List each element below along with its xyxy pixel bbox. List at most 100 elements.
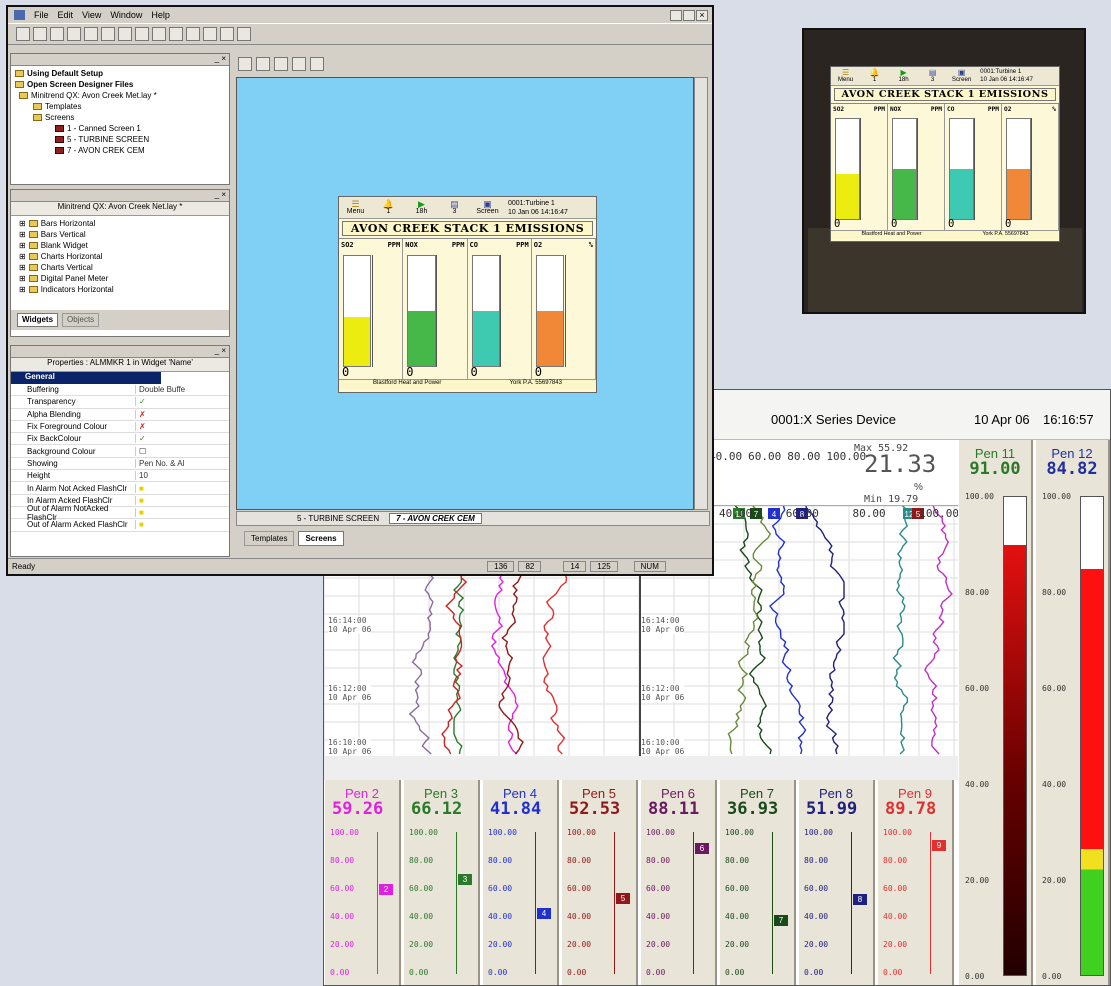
expand-icon[interactable]: ⊞ [19, 285, 26, 294]
property-value[interactable]: ✗ [135, 409, 229, 419]
widget-icon[interactable] [220, 27, 234, 41]
pen-card[interactable]: Pen 5 52.53 100.00 80.00 60.00 40.00 20.00 0.00… [561, 780, 638, 985]
property-row[interactable]: Out of Alarm NotAcked FlashClr ■ [11, 504, 229, 522]
property-value[interactable]: ■ [135, 495, 229, 505]
tab-avon-crek-cem[interactable]: 7 - AVON CREK CEM [389, 513, 482, 524]
tree-item[interactable]: Templates [15, 101, 225, 112]
property-row[interactable]: Out of Alarm Acked FlashClr ■ [11, 519, 229, 532]
tree-item[interactable]: Open Screen Designer Files [15, 79, 225, 90]
tab-templates[interactable]: Templates [244, 531, 295, 546]
pen-card[interactable]: Pen 7 36.93 100.00 80.00 60.00 40.00 20.00 0.00… [719, 780, 796, 985]
open-icon[interactable] [33, 27, 47, 41]
widget-category[interactable]: ⊞ Bars Vertical [15, 229, 225, 240]
tab-screens[interactable]: Screens [298, 531, 344, 546]
big-pen-bar[interactable]: Pen 12 84.82 100.00 80.00 60.00 40.00 20.00 0.0… [1035, 440, 1110, 985]
screen-icon[interactable] [203, 27, 217, 41]
expand-icon[interactable]: ⊞ [19, 274, 26, 283]
property-value[interactable]: ■ [135, 508, 229, 518]
big-pen-bar[interactable]: Pen 11 91.00 100.00 80.00 60.00 40.00 20.00 0.0… [958, 440, 1033, 985]
widget-category[interactable]: ⊞ Digital Panel Meter [15, 273, 225, 284]
list-button[interactable]: ▤ 3 [918, 69, 947, 84]
tab-objects[interactable]: Objects [62, 313, 100, 327]
property-value[interactable]: ✓ [135, 397, 229, 407]
menu-window[interactable]: Window [110, 10, 142, 20]
pen-card[interactable]: Pen 4 41.84 100.00 80.00 60.00 40.00 20.00 0.00… [482, 780, 559, 985]
property-row[interactable]: Buffering Double Buffe [11, 384, 229, 397]
widget-tool-icon[interactable] [256, 57, 270, 71]
property-row[interactable]: Fix BackColour ✓ [11, 433, 229, 446]
print-icon[interactable] [67, 27, 81, 41]
link-icon[interactable] [292, 57, 306, 71]
expand-icon[interactable]: ⊞ [19, 219, 26, 228]
unlink-icon[interactable] [310, 57, 324, 71]
save-icon[interactable] [50, 27, 64, 41]
pen-card[interactable]: Pen 6 88.11 100.00 80.00 60.00 40.00 20.00 0.00… [640, 780, 717, 985]
property-row[interactable]: In Alarm Not Acked FlashClr ■ [11, 482, 229, 495]
copy-icon[interactable] [118, 27, 132, 41]
screen-button[interactable]: ▣ Screen [471, 199, 504, 216]
tree-item[interactable]: Screens [15, 112, 225, 123]
expand-icon[interactable]: ⊞ [19, 230, 26, 239]
bell-button[interactable]: 🔔 1 [860, 69, 889, 84]
preview-icon[interactable] [84, 27, 98, 41]
pen-card[interactable]: Pen 9 89.78 100.00 80.00 60.00 40.00 20.00 0.00… [877, 780, 954, 985]
paste-icon[interactable] [135, 27, 149, 41]
property-value[interactable]: Pen No. & Al [135, 458, 229, 468]
property-value[interactable]: ✓ [135, 434, 229, 444]
new-icon[interactable] [16, 27, 30, 41]
menu-help[interactable]: Help [151, 10, 170, 20]
transfer-icon[interactable] [186, 27, 200, 41]
tree-item[interactable]: 5 - TURBINE SCREEN [15, 134, 225, 145]
property-value[interactable]: ■ [135, 520, 229, 530]
property-row[interactable]: Alpha Blending ✗ [11, 409, 229, 421]
pen-card[interactable]: Pen 3 66.12 100.00 80.00 60.00 40.00 20.00 0.00… [403, 780, 480, 985]
vertical-scrollbar[interactable] [694, 77, 708, 510]
tree-item[interactable]: Minitrend QX: Avon Creek Met.lay * [15, 90, 225, 101]
select-tool-icon[interactable] [238, 57, 252, 71]
expand-icon[interactable]: ⊞ [19, 263, 26, 272]
property-row[interactable]: Fix Foreground Colour ✗ [11, 421, 229, 434]
property-value[interactable]: ☐ [135, 446, 229, 456]
property-row[interactable]: Showing Pen No. & Al [11, 458, 229, 471]
screen-button[interactable]: ▣ Screen [947, 69, 976, 84]
widget-category[interactable]: ⊞ Charts Horizontal [15, 251, 225, 262]
widget-category[interactable]: ⊞ Blank Widget [15, 240, 225, 251]
menu-button[interactable]: ☰ Menu [831, 69, 860, 84]
settings-icon[interactable] [237, 27, 251, 41]
minimize-icon[interactable] [670, 9, 682, 21]
property-row[interactable]: Background Colour ☐ [11, 445, 229, 458]
menu-file[interactable]: File [34, 10, 49, 20]
property-value[interactable]: ■ [135, 483, 229, 493]
bell-button[interactable]: 🔔 1 [372, 199, 405, 216]
tab-widgets[interactable]: Widgets [17, 313, 59, 327]
expand-icon[interactable]: ⊞ [19, 252, 26, 261]
play-button[interactable]: ▶ 18h [405, 199, 438, 216]
property-row[interactable]: Transparency ✓ [11, 396, 229, 409]
close-icon[interactable]: × [696, 9, 708, 21]
undo-icon[interactable] [152, 27, 166, 41]
property-value[interactable]: ✗ [135, 422, 229, 432]
stack-screen-design[interactable]: ☰ Menu 🔔 1 ▶ 18h ▤ 3 ▣ Screen 0001:Turbine 1 10 Jan… [338, 196, 597, 393]
property-row[interactable]: Height 10 [11, 470, 229, 483]
menu-button[interactable]: ☰ Menu [339, 199, 372, 216]
tree-item[interactable]: 1 - Canned Screen 1 [15, 123, 225, 134]
play-button[interactable]: ▶ 18h [889, 69, 918, 84]
pen-card[interactable]: Pen 2 59.26 100.00 80.00 60.00 40.00 20.00 0.00… [324, 780, 401, 985]
expand-icon[interactable]: ⊞ [19, 241, 26, 250]
tree-item[interactable]: Using Default Setup [15, 68, 225, 79]
design-canvas[interactable]: ☰ Menu 🔔 1 ▶ 18h ▤ 3 ▣ Screen 0001:Turbine 1 10 Jan… [236, 77, 694, 510]
menu-edit[interactable]: Edit [58, 10, 74, 20]
pen-card[interactable]: Pen 8 51.99 100.00 80.00 60.00 40.00 20.00 0.00… [798, 780, 875, 985]
property-value[interactable]: Double Buffe [135, 385, 229, 395]
menu-view[interactable]: View [82, 10, 101, 20]
redo-icon[interactable] [169, 27, 183, 41]
object-tool-icon[interactable] [274, 57, 288, 71]
tab-turbine-screen[interactable]: 5 - TURBINE SCREEN [297, 514, 379, 523]
tree-item[interactable]: 7 - AVON CREK CEM [15, 145, 225, 156]
restore-icon[interactable] [683, 9, 695, 21]
cut-icon[interactable] [101, 27, 115, 41]
widget-category[interactable]: ⊞ Indicators Horizontal [15, 284, 225, 295]
widget-category[interactable]: ⊞ Bars Horizontal [15, 218, 225, 229]
property-value[interactable]: 10 [135, 471, 229, 481]
widget-category[interactable]: ⊞ Charts Vertical [15, 262, 225, 273]
